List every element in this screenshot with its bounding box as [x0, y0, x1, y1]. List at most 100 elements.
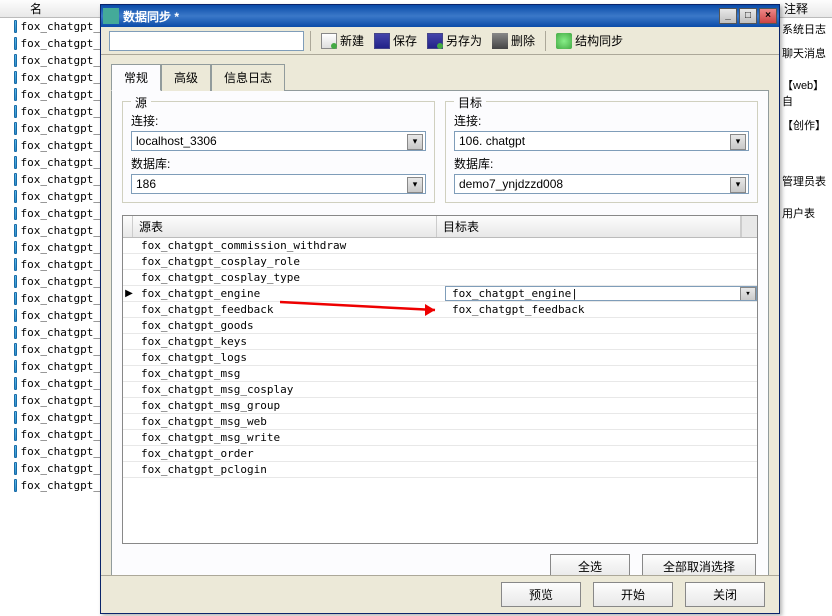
source-table-cell[interactable]: fox_chatgpt_order	[135, 447, 446, 460]
source-table-cell[interactable]: fox_chatgpt_keys	[135, 335, 446, 348]
saveas-button[interactable]: 另存为	[423, 30, 486, 51]
bg-list-item[interactable]: fox_chatgpt_	[0, 35, 100, 52]
bg-list-item[interactable]: fox_chatgpt_	[0, 307, 100, 324]
bg-list-item[interactable]: fox_chatgpt_	[0, 86, 100, 103]
source-table-cell[interactable]: fox_chatgpt_cosplay_type	[135, 271, 446, 284]
table-row[interactable]: fox_chatgpt_msg	[123, 366, 757, 382]
table-row[interactable]: fox_chatgpt_keys	[123, 334, 757, 350]
source-table-cell[interactable]: fox_chatgpt_msg_cosplay	[135, 383, 446, 396]
table-row[interactable]: fox_chatgpt_commission_withdraw	[123, 238, 757, 254]
background-table-list: 名 fox_chatgpt_fox_chatgpt_fox_chatgpt_fo…	[0, 0, 100, 616]
source-table-cell[interactable]: fox_chatgpt_commission_withdraw	[135, 239, 446, 252]
bg-list-item[interactable]: fox_chatgpt_	[0, 256, 100, 273]
target-table-cell[interactable]: fox_chatgpt_feedback	[446, 303, 757, 316]
table-row[interactable]: fox_chatgpt_msg_cosplay	[123, 382, 757, 398]
bg-list-item[interactable]: fox_chatgpt_	[0, 392, 100, 409]
right-text-item: 【创作】	[780, 114, 832, 138]
delete-button[interactable]: 删除	[488, 30, 539, 51]
table-row[interactable]: fox_chatgpt_msg_web	[123, 414, 757, 430]
bg-list-item[interactable]: fox_chatgpt_	[0, 188, 100, 205]
source-table-cell[interactable]: fox_chatgpt_feedback	[135, 303, 446, 316]
table-row[interactable]: fox_chatgpt_cosplay_type	[123, 270, 757, 286]
bg-column-header: 名	[0, 0, 100, 18]
table-icon	[14, 71, 17, 84]
source-table-cell[interactable]: fox_chatgpt_msg_group	[135, 399, 446, 412]
source-table-cell[interactable]: fox_chatgpt_msg_web	[135, 415, 446, 428]
target-db-combo[interactable]: demo7_ynjdzzd008	[454, 174, 749, 194]
table-row[interactable]: fox_chatgpt_goods	[123, 318, 757, 334]
table-row[interactable]: fox_chatgpt_pclogin	[123, 462, 757, 478]
right-text-item	[780, 154, 832, 162]
tab-advanced[interactable]: 高级	[161, 64, 211, 91]
titlebar[interactable]: 数据同步 * _ □ ×	[101, 5, 779, 27]
source-table-cell[interactable]: fox_chatgpt_pclogin	[135, 463, 446, 476]
bg-list-item[interactable]: fox_chatgpt_	[0, 358, 100, 375]
table-icon	[14, 462, 17, 475]
table-row[interactable]: fox_chatgpt_cosplay_role	[123, 254, 757, 270]
source-table-cell[interactable]: fox_chatgpt_goods	[135, 319, 446, 332]
table-icon	[14, 190, 17, 203]
bg-list-item[interactable]: fox_chatgpt_	[0, 222, 100, 239]
col-target[interactable]: 目标表	[437, 216, 741, 237]
preview-button[interactable]: 预览	[501, 582, 581, 607]
tab-general[interactable]: 常规	[111, 64, 161, 91]
target-conn-combo[interactable]: 106. chatgpt	[454, 131, 749, 151]
bg-list-item[interactable]: fox_chatgpt_	[0, 18, 100, 35]
bg-list-item[interactable]: fox_chatgpt_	[0, 341, 100, 358]
bg-list-item[interactable]: fox_chatgpt_	[0, 69, 100, 86]
bg-list-item[interactable]: fox_chatgpt_	[0, 137, 100, 154]
right-text-item	[780, 146, 832, 154]
bg-list-item[interactable]: fox_chatgpt_	[0, 205, 100, 222]
bg-list-item[interactable]: fox_chatgpt_	[0, 290, 100, 307]
close-button[interactable]: ×	[759, 8, 777, 24]
bg-list-item[interactable]: fox_chatgpt_	[0, 120, 100, 137]
source-db-combo[interactable]: 186	[131, 174, 426, 194]
bg-list-item[interactable]: fox_chatgpt_	[0, 103, 100, 120]
bg-list-item[interactable]: fox_chatgpt_	[0, 460, 100, 477]
bg-list-item[interactable]: fox_chatgpt_	[0, 477, 100, 494]
table-icon	[14, 428, 17, 441]
bg-list-item[interactable]: fox_chatgpt_	[0, 409, 100, 426]
source-table-cell[interactable]: fox_chatgpt_logs	[135, 351, 446, 364]
table-icon	[14, 37, 17, 50]
table-icon	[14, 88, 17, 101]
tab-log[interactable]: 信息日志	[211, 64, 285, 91]
table-icon	[14, 20, 17, 33]
table-row[interactable]: fox_chatgpt_msg_write	[123, 430, 757, 446]
col-source[interactable]: 源表	[133, 216, 437, 237]
bg-list-item[interactable]: fox_chatgpt_	[0, 426, 100, 443]
minimize-button[interactable]: _	[719, 8, 737, 24]
source-table-cell[interactable]: fox_chatgpt_msg_write	[135, 431, 446, 444]
bg-list-item[interactable]: fox_chatgpt_	[0, 443, 100, 460]
table-row[interactable]: ▶fox_chatgpt_enginefox_chatgpt_engine|	[123, 286, 757, 302]
table-row[interactable]: fox_chatgpt_order	[123, 446, 757, 462]
table-icon	[14, 326, 17, 339]
right-text-item: 【web】自	[780, 74, 832, 114]
source-conn-combo[interactable]: localhost_3306	[131, 131, 426, 151]
table-icon	[14, 122, 17, 135]
profile-combo[interactable]	[109, 31, 304, 51]
bg-list-item[interactable]: fox_chatgpt_	[0, 171, 100, 188]
bg-list-item[interactable]: fox_chatgpt_	[0, 239, 100, 256]
bg-list-item[interactable]: fox_chatgpt_	[0, 52, 100, 69]
bg-list-item[interactable]: fox_chatgpt_	[0, 273, 100, 290]
struct-sync-button[interactable]: 结构同步	[552, 30, 627, 51]
source-table-cell[interactable]: fox_chatgpt_msg	[135, 367, 446, 380]
close-dialog-button[interactable]: 关闭	[685, 582, 765, 607]
table-row[interactable]: fox_chatgpt_msg_group	[123, 398, 757, 414]
target-table-cell[interactable]: fox_chatgpt_engine|	[445, 286, 757, 301]
table-icon	[14, 54, 17, 67]
bg-list-item[interactable]: fox_chatgpt_	[0, 154, 100, 171]
table-row[interactable]: fox_chatgpt_feedbackfox_chatgpt_feedback	[123, 302, 757, 318]
start-button[interactable]: 开始	[593, 582, 673, 607]
source-table-cell[interactable]: fox_chatgpt_cosplay_role	[135, 255, 446, 268]
new-button[interactable]: 新建	[317, 30, 368, 51]
bg-list-item[interactable]: fox_chatgpt_	[0, 324, 100, 341]
bg-list-item[interactable]: fox_chatgpt_	[0, 375, 100, 392]
table-row[interactable]: fox_chatgpt_logs	[123, 350, 757, 366]
maximize-button[interactable]: □	[739, 8, 757, 24]
save-button[interactable]: 保存	[370, 30, 421, 51]
source-table-cell[interactable]: fox_chatgpt_engine	[135, 287, 445, 300]
right-text-item	[780, 162, 832, 170]
tables-grid: 源表 目标表 fox_chatgpt_commission_withdrawfo…	[122, 215, 758, 544]
